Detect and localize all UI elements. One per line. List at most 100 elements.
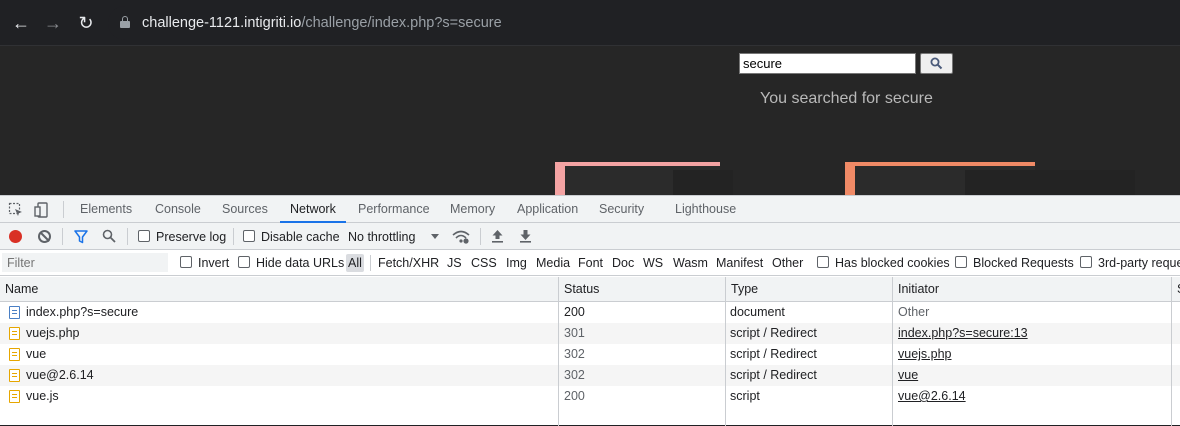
table-row[interactable]: vuejs.php 301 script / Redirect index.ph… xyxy=(0,323,1180,344)
clear-icon[interactable] xyxy=(38,230,51,243)
import-har-icon[interactable] xyxy=(491,229,504,243)
filter-type-all[interactable]: All xyxy=(346,254,364,272)
back-arrow-icon[interactable]: ← xyxy=(10,12,32,34)
invert-label: Invert xyxy=(198,256,230,270)
network-conditions-icon[interactable] xyxy=(452,229,470,245)
export-har-icon[interactable] xyxy=(519,229,532,243)
decorative-panel-orange xyxy=(845,162,1135,195)
url-text[interactable]: challenge-1121.intigriti.io/challenge/in… xyxy=(142,15,502,31)
divider xyxy=(370,255,371,271)
tab-sources[interactable]: Sources xyxy=(222,196,268,223)
request-name: vue@2.6.14 xyxy=(26,368,94,382)
filter-type-media[interactable]: Media xyxy=(534,254,572,272)
tab-console[interactable]: Console xyxy=(155,196,201,223)
record-button[interactable] xyxy=(9,230,22,243)
column-divider[interactable] xyxy=(1171,277,1172,426)
column-header-type[interactable]: Type xyxy=(726,277,758,302)
table-row[interactable]: vue.js 200 script vue@2.6.14 xyxy=(0,386,1180,407)
third-party-requests-checkbox[interactable] xyxy=(1080,256,1092,268)
disable-cache-label: Disable cache xyxy=(261,230,340,244)
column-divider[interactable] xyxy=(558,277,559,426)
table-row[interactable]: index.php?s=secure 200 document Other xyxy=(0,302,1180,323)
hide-data-urls-label: Hide data URLs xyxy=(256,256,345,270)
divider xyxy=(62,228,63,245)
filter-type-css[interactable]: CSS xyxy=(469,254,499,272)
column-divider[interactable] xyxy=(725,277,726,426)
hide-data-urls-checkbox[interactable] xyxy=(238,256,250,268)
filter-input[interactable] xyxy=(2,253,168,272)
filter-type-ws[interactable]: WS xyxy=(641,254,665,272)
divider xyxy=(63,201,64,218)
request-type: script / Redirect xyxy=(730,368,817,382)
page-viewport: You searched for secure xyxy=(0,46,1180,195)
request-status: 200 xyxy=(564,305,585,319)
filter-type-other[interactable]: Other xyxy=(770,254,805,272)
inspect-element-icon[interactable] xyxy=(8,202,24,218)
tab-memory[interactable]: Memory xyxy=(450,196,495,223)
request-status: 301 xyxy=(564,326,585,340)
script-icon xyxy=(9,348,20,361)
device-toolbar-icon[interactable] xyxy=(34,202,50,218)
third-party-requests-label: 3rd-party reque xyxy=(1098,256,1180,270)
chevron-down-icon xyxy=(431,234,439,239)
column-header-status[interactable]: Status xyxy=(559,277,599,302)
table-row[interactable]: vue@2.6.14 302 script / Redirect vue xyxy=(0,365,1180,386)
disable-cache-checkbox[interactable] xyxy=(243,230,255,242)
network-filterbar: Invert Hide data URLs All Fetch/XHR JS C… xyxy=(0,250,1180,276)
tab-application[interactable]: Application xyxy=(517,196,578,223)
request-name: vue xyxy=(26,347,47,361)
request-status: 302 xyxy=(564,347,585,361)
filter-type-img[interactable]: Img xyxy=(504,254,529,272)
has-blocked-cookies-label: Has blocked cookies xyxy=(835,256,950,270)
url-host: challenge-1121.intigriti.io xyxy=(142,15,302,31)
filter-funnel-icon[interactable] xyxy=(74,230,88,244)
column-header-size[interactable]: S xyxy=(1172,277,1180,302)
devtools-tabbar: Elements Console Sources Network Perform… xyxy=(0,196,1180,223)
request-initiator-link[interactable]: index.php?s=secure:13 xyxy=(898,323,1028,344)
filter-type-manifest[interactable]: Manifest xyxy=(714,254,765,272)
has-blocked-cookies-checkbox[interactable] xyxy=(817,256,829,268)
column-header-name[interactable]: Name xyxy=(0,277,38,302)
table-row[interactable]: vue 302 script / Redirect vuejs.php xyxy=(0,344,1180,365)
search-icon[interactable] xyxy=(102,229,116,243)
blocked-requests-label: Blocked Requests xyxy=(973,256,1074,270)
tab-performance[interactable]: Performance xyxy=(358,196,430,223)
request-status: 200 xyxy=(564,389,585,403)
reload-icon[interactable]: ↻ xyxy=(75,12,97,34)
script-icon xyxy=(9,327,20,340)
search-result-text: You searched for secure xyxy=(760,90,933,107)
column-header-initiator[interactable]: Initiator xyxy=(893,277,939,302)
lock-icon[interactable] xyxy=(120,16,130,28)
filter-type-font[interactable]: Font xyxy=(576,254,605,272)
preserve-log-checkbox[interactable] xyxy=(138,230,150,242)
search-button[interactable] xyxy=(920,53,953,74)
tab-security[interactable]: Security xyxy=(599,196,644,223)
request-name: vue.js xyxy=(26,389,59,403)
filter-type-js[interactable]: JS xyxy=(445,254,464,272)
forward-arrow-icon[interactable]: → xyxy=(42,12,64,34)
filter-type-fetch-xhr[interactable]: Fetch/XHR xyxy=(376,254,441,272)
request-initiator-link[interactable]: vue@2.6.14 xyxy=(898,386,966,407)
script-icon xyxy=(9,390,20,403)
document-icon xyxy=(9,306,20,319)
request-name: vuejs.php xyxy=(26,326,80,340)
blocked-requests-checkbox[interactable] xyxy=(955,256,967,268)
request-initiator-link[interactable]: vue xyxy=(898,365,918,386)
url-path: /challenge/index.php?s=secure xyxy=(301,15,502,31)
tab-elements[interactable]: Elements xyxy=(80,196,132,223)
invert-checkbox[interactable] xyxy=(180,256,192,268)
script-icon xyxy=(9,369,20,382)
browser-toolbar: ← → ↻ challenge-1121.intigriti.io/challe… xyxy=(0,0,1180,46)
tab-network[interactable]: Network xyxy=(280,196,346,223)
tab-lighthouse[interactable]: Lighthouse xyxy=(675,196,736,223)
request-type: script xyxy=(730,389,760,403)
filter-type-doc[interactable]: Doc xyxy=(610,254,636,272)
search-input[interactable] xyxy=(739,53,916,74)
filter-type-wasm[interactable]: Wasm xyxy=(671,254,710,272)
request-type: script / Redirect xyxy=(730,326,817,340)
address-bar[interactable]: challenge-1121.intigriti.io/challenge/in… xyxy=(108,6,1180,40)
column-divider[interactable] xyxy=(892,277,893,426)
throttling-select[interactable]: No throttling xyxy=(348,230,415,244)
request-initiator-link[interactable]: vuejs.php xyxy=(898,344,952,365)
network-request-table: index.php?s=secure 200 document Other vu… xyxy=(0,277,1180,426)
